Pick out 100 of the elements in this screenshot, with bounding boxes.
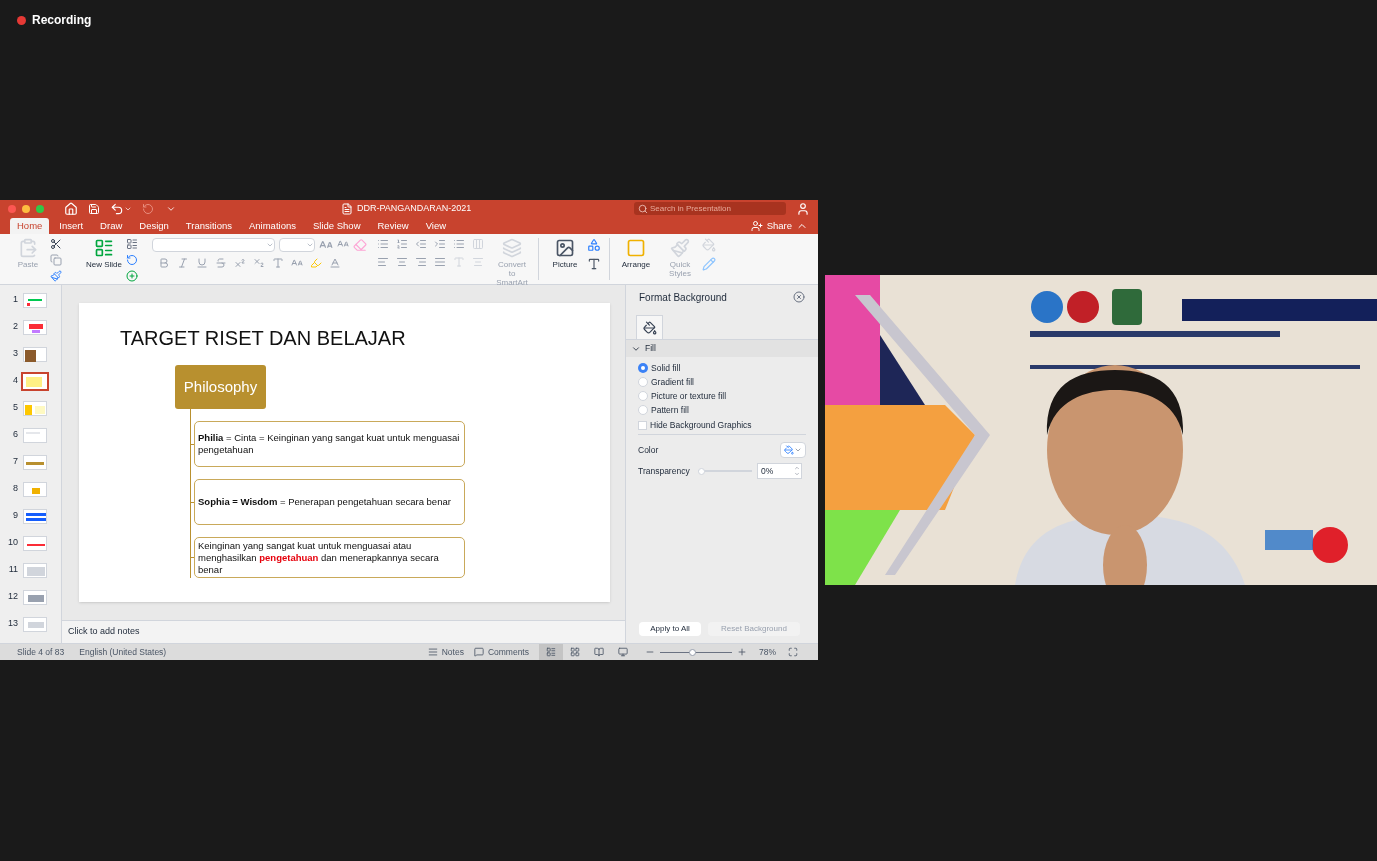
line-spacing-icon[interactable] xyxy=(453,238,465,250)
radio-button[interactable] xyxy=(638,377,648,387)
share-button[interactable]: Share xyxy=(750,218,792,234)
slide-thumbnail[interactable] xyxy=(23,319,47,335)
slider-thumb[interactable] xyxy=(698,467,705,475)
maximize-window-icon[interactable] xyxy=(36,204,44,213)
ribbon-tab[interactable]: Slide Show xyxy=(305,218,368,234)
close-icon[interactable] xyxy=(793,291,805,303)
ribbon-tab[interactable]: Transitions xyxy=(178,218,239,234)
slide-thumbnail[interactable] xyxy=(23,292,47,308)
italic-icon[interactable] xyxy=(177,257,189,269)
shrink-font-icon[interactable] xyxy=(337,238,349,250)
font-size-field[interactable] xyxy=(279,238,315,252)
ribbon-tab[interactable]: Insert xyxy=(52,218,91,234)
save-icon[interactable] xyxy=(88,202,100,215)
close-window-icon[interactable] xyxy=(8,204,16,213)
format-painter-icon[interactable] xyxy=(50,270,62,282)
fill-option[interactable]: Gradient fill xyxy=(638,375,806,389)
subscript-icon[interactable] xyxy=(253,257,265,269)
change-case-icon[interactable] xyxy=(291,257,303,269)
decrease-indent-icon[interactable] xyxy=(415,238,427,250)
slide-thumbnail[interactable] xyxy=(23,481,47,497)
slide-thumbnail[interactable] xyxy=(23,562,47,578)
slide-thumbnail[interactable] xyxy=(23,373,47,389)
color-picker-button[interactable] xyxy=(780,442,806,458)
minimize-window-icon[interactable] xyxy=(22,204,30,213)
layout-icon[interactable] xyxy=(126,238,138,250)
undo-icon[interactable] xyxy=(110,201,124,216)
language-label[interactable]: English (United States) xyxy=(79,645,167,659)
slide-thumbnail[interactable] xyxy=(23,427,47,443)
view-button[interactable] xyxy=(539,644,563,660)
bullets-icon[interactable] xyxy=(377,238,389,250)
ribbon-button[interactable]: Picture xyxy=(543,238,587,269)
notes-placeholder[interactable]: Click to add notes xyxy=(68,625,140,639)
font-color-icon[interactable] xyxy=(329,257,341,269)
slide-thumbnail[interactable] xyxy=(23,589,47,605)
redo-icon[interactable] xyxy=(142,202,154,215)
slide-thumbnail[interactable] xyxy=(23,400,47,416)
slide-thumbnail[interactable] xyxy=(23,535,47,551)
slide-thumbnail[interactable] xyxy=(23,508,47,524)
home-icon[interactable] xyxy=(64,201,78,216)
align-left-icon[interactable] xyxy=(377,256,389,268)
slide-thumbnail[interactable] xyxy=(23,454,47,470)
align-right-icon[interactable] xyxy=(415,256,427,268)
cut-icon[interactable] xyxy=(50,238,62,250)
ribbon-tab[interactable]: Animations xyxy=(241,218,303,234)
ribbon-button[interactable]: New Slide xyxy=(82,238,126,269)
search-field[interactable]: Search in Presentation xyxy=(634,202,786,215)
zoom-in-icon[interactable] xyxy=(737,647,747,657)
stepper-icon[interactable] xyxy=(793,465,801,477)
clear-formatting-icon[interactable] xyxy=(353,238,367,252)
justify-icon[interactable] xyxy=(434,256,446,268)
radio-button[interactable] xyxy=(638,405,648,415)
shape-fill-icon[interactable] xyxy=(702,238,716,252)
bold-icon[interactable] xyxy=(158,257,170,269)
fill-option[interactable]: Picture or texture fill xyxy=(638,389,806,403)
ribbon-tab[interactable]: Design xyxy=(132,218,176,234)
radio-button[interactable] xyxy=(638,363,648,373)
copy-icon[interactable] xyxy=(50,254,62,266)
underline-icon[interactable] xyxy=(196,257,208,269)
text-box-icon[interactable] xyxy=(587,257,601,271)
ribbon-tab[interactable]: Draw xyxy=(93,218,130,234)
fill-tab[interactable] xyxy=(636,315,663,339)
ribbon-button[interactable]: Arrange xyxy=(614,238,658,269)
numbering-icon[interactable] xyxy=(396,238,408,250)
slider-thumb[interactable] xyxy=(689,648,697,656)
columns-icon[interactable] xyxy=(472,238,484,250)
align-center-icon[interactable] xyxy=(396,256,408,268)
radio-button[interactable] xyxy=(638,391,648,401)
transparency-field[interactable]: 0% xyxy=(757,463,802,479)
ribbon-tab[interactable]: View xyxy=(418,218,454,234)
hide-graphics-option[interactable]: Hide Background Graphics xyxy=(638,417,806,435)
panel-button[interactable]: Apply to All xyxy=(639,622,701,636)
zoom-slider[interactable] xyxy=(660,648,732,656)
text-direction-icon[interactable] xyxy=(453,256,465,268)
increase-indent-icon[interactable] xyxy=(434,238,446,250)
superscript-icon[interactable] xyxy=(234,257,246,269)
highlight-icon[interactable] xyxy=(310,257,322,269)
section-icon[interactable] xyxy=(126,270,138,282)
fill-section-header[interactable]: Fill xyxy=(626,340,818,357)
notes-button[interactable]: Notes xyxy=(427,645,464,659)
slide-thumbnail[interactable] xyxy=(23,346,47,362)
character-spacing-icon[interactable] xyxy=(272,257,284,269)
shape-outline-icon[interactable] xyxy=(702,257,716,271)
fill-option[interactable]: Pattern fill xyxy=(638,403,806,417)
shapes-icon[interactable] xyxy=(587,238,601,252)
checkbox[interactable] xyxy=(638,421,647,430)
ribbon-tab[interactable]: Review xyxy=(370,218,416,234)
strikethrough-icon[interactable] xyxy=(215,257,227,269)
fill-option[interactable]: Solid fill xyxy=(638,361,806,375)
account-icon[interactable] xyxy=(796,201,810,216)
align-text-icon[interactable] xyxy=(472,256,484,268)
comments-button[interactable]: Comments xyxy=(473,645,529,659)
ribbon-tab[interactable]: Home xyxy=(10,218,50,234)
fit-to-window-icon[interactable] xyxy=(788,647,798,657)
zoom-level[interactable]: 78% xyxy=(759,645,776,659)
transparency-slider[interactable] xyxy=(698,467,752,475)
slide-thumbnail[interactable] xyxy=(23,616,47,632)
font-name-field[interactable] xyxy=(152,238,275,252)
reset-icon[interactable] xyxy=(126,254,138,266)
